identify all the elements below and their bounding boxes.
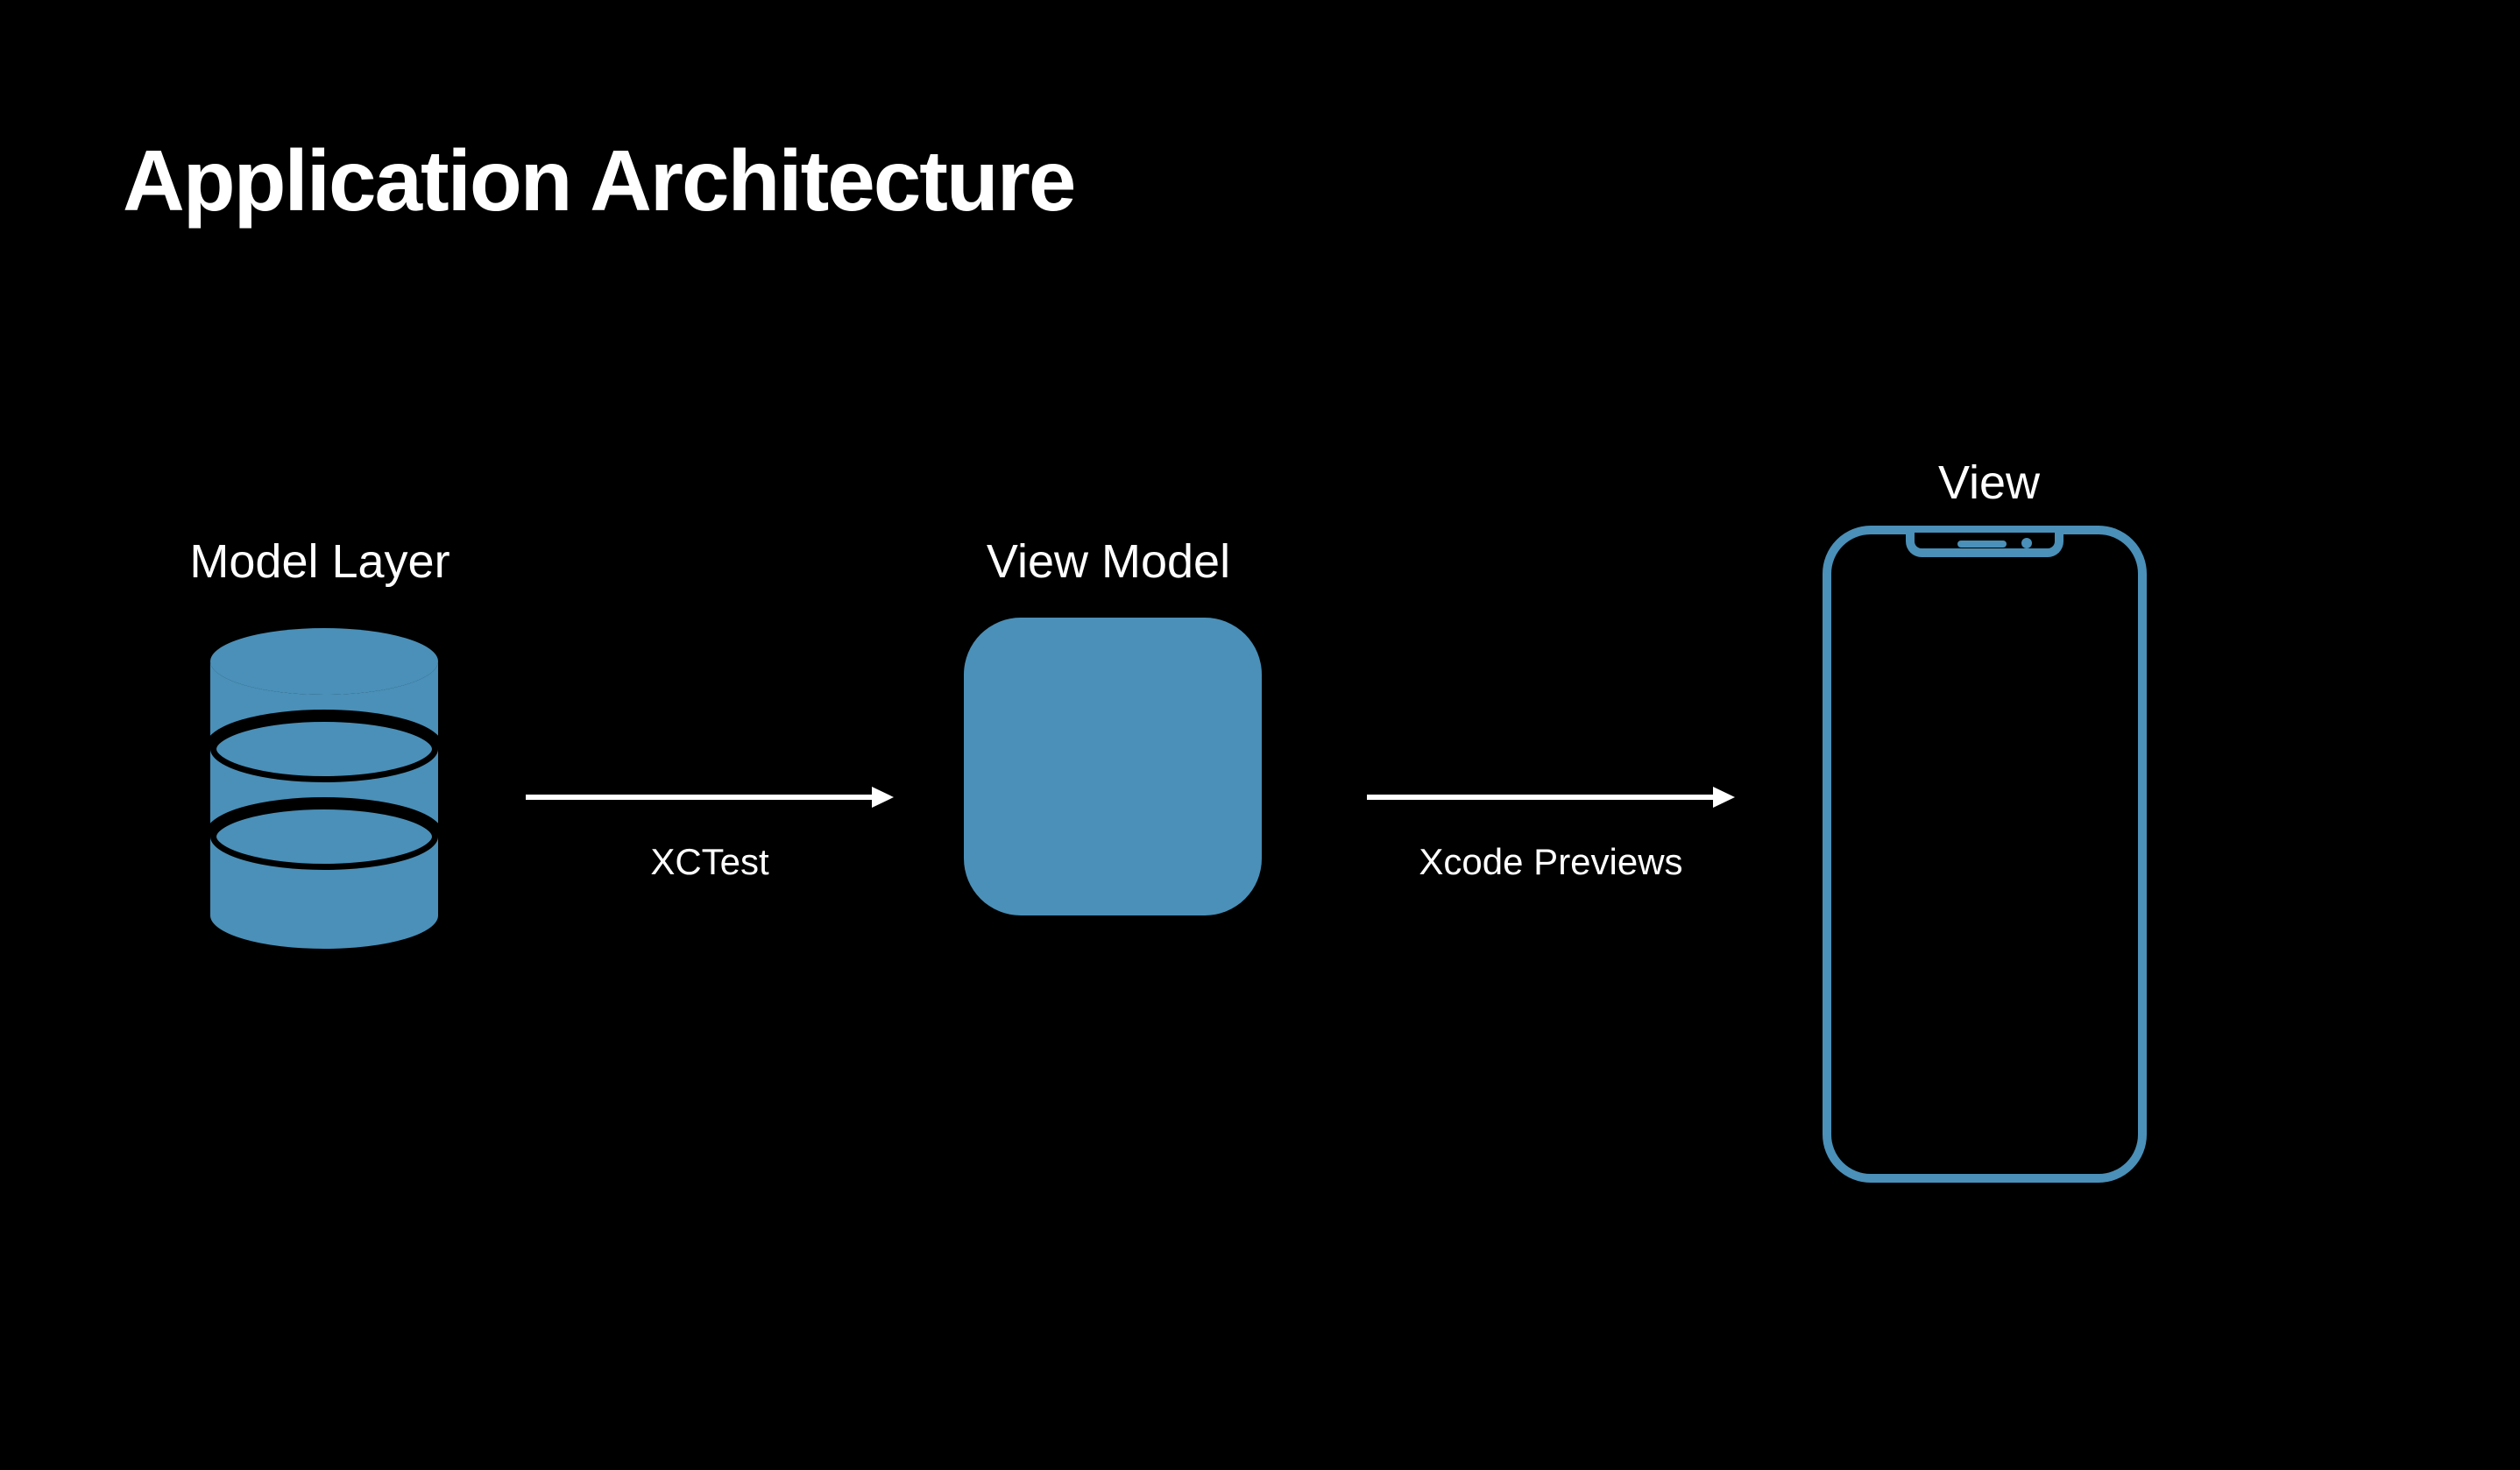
database-icon: [206, 626, 442, 951]
architecture-diagram: Model Layer View Model View XCTest: [0, 456, 2520, 1244]
view-model-label: View Model: [959, 534, 1257, 589]
arrow-viewmodel-to-view: [1367, 780, 1735, 815]
arrow-label-xctest: XCTest: [526, 841, 894, 883]
arrow-label-xcode-previews: Xcode Previews: [1341, 841, 1761, 883]
slide-title: Application Architecture: [123, 131, 1074, 230]
model-layer-label: Model Layer: [171, 534, 469, 589]
view-model-icon: [964, 618, 1262, 915]
arrow-model-to-viewmodel: [526, 780, 894, 815]
view-label: View: [1901, 456, 2077, 510]
phone-icon: [1823, 526, 2147, 1183]
